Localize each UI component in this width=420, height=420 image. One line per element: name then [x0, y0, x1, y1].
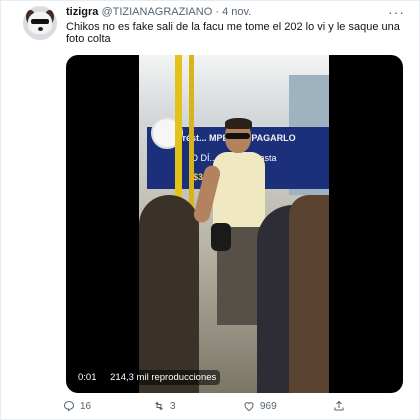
- video-stats: 0:01 214,3 mil reproducciones: [74, 370, 221, 385]
- reply-button[interactable]: 16: [63, 400, 91, 412]
- tweet-text: Chikos no es fake sali de la facu me tom…: [66, 21, 400, 45]
- retweet-button[interactable]: 3: [153, 400, 176, 412]
- man-sunglasses: [225, 133, 250, 139]
- video-frame: prést... MPEZÁ A PAGARLO O DÍ... le llev…: [139, 55, 329, 393]
- more-icon[interactable]: ···: [388, 4, 405, 20]
- display-name[interactable]: tizigra: [66, 6, 98, 18]
- man-bag: [211, 223, 231, 251]
- video-player[interactable]: prést... MPEZÁ A PAGARLO O DÍ... le llev…: [66, 55, 403, 393]
- separator-dot: ·: [215, 6, 219, 18]
- video-time: 0:01: [74, 370, 101, 385]
- like-count: 969: [260, 400, 277, 412]
- tweet-timestamp[interactable]: 4 nov.: [222, 6, 251, 18]
- man-shirt: [213, 152, 265, 227]
- like-button[interactable]: 969: [243, 400, 277, 412]
- avatar[interactable]: [23, 6, 57, 40]
- reply-count: 16: [80, 400, 92, 412]
- user-handle[interactable]: @TIZIANAGRAZIANO: [101, 6, 212, 18]
- passenger: [139, 195, 199, 393]
- video-views: 214,3 mil reproducciones: [106, 370, 221, 385]
- share-icon: [334, 400, 344, 411]
- retweet-count: 3: [170, 400, 176, 412]
- avatar-nose: [38, 27, 43, 31]
- share-button[interactable]: [333, 400, 345, 412]
- retweet-icon: [155, 401, 163, 411]
- tweet-card[interactable]: tizigra @TIZIANAGRAZIANO · 4 nov. ··· Ch…: [0, 0, 420, 420]
- reply-icon: [63, 400, 75, 412]
- tweet-header: tizigra @TIZIANAGRAZIANO · 4 nov.: [66, 6, 251, 18]
- action-bar: 16 3 969: [63, 400, 363, 416]
- like-icon: [244, 402, 254, 412]
- passenger-hair: [289, 195, 329, 393]
- man-hair: [225, 118, 252, 129]
- avatar-glasses: [31, 19, 49, 24]
